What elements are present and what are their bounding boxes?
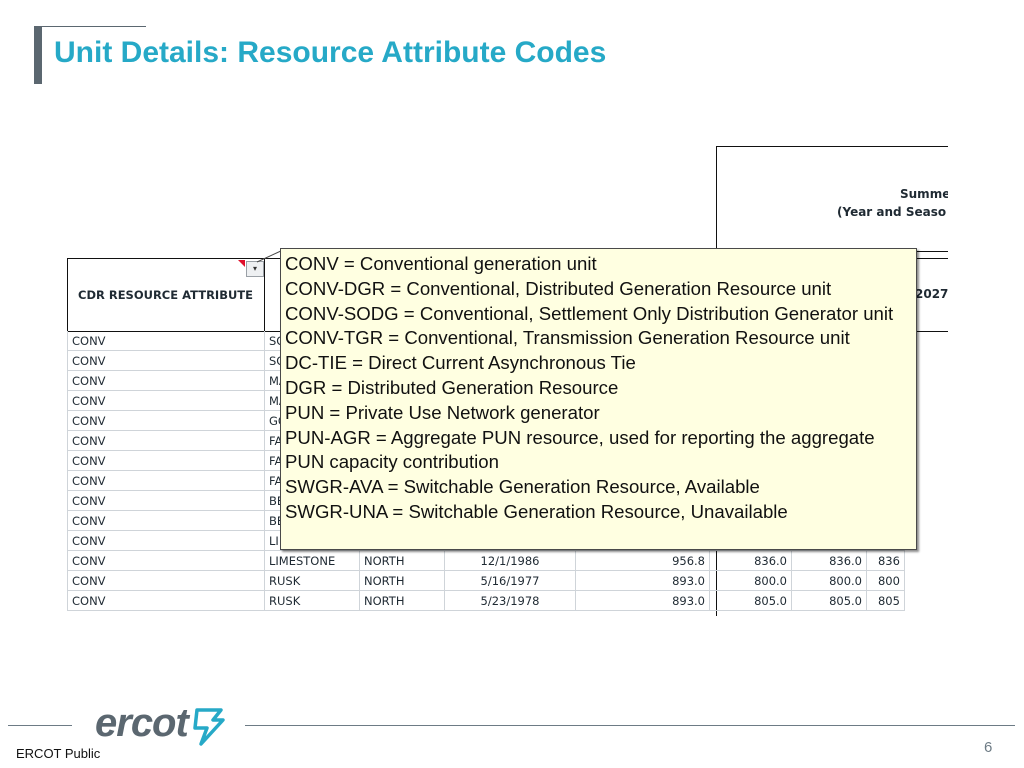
table-cell: CONV [67, 370, 265, 391]
ercot-logo-mark-icon [193, 708, 225, 746]
footer-rule-left [8, 725, 72, 726]
table-cell: 956.8 [575, 550, 710, 571]
logo-wordmark: ercot [95, 701, 189, 745]
table-cell: RUSK [264, 590, 360, 611]
table-cell: CONV [67, 590, 265, 611]
summer-heading-line2: (Year and Seaso [837, 205, 947, 219]
page-number: 6 [984, 739, 993, 756]
table-cell: CONV [67, 450, 265, 471]
table-cell: 5/16/1977 [444, 570, 576, 591]
table-cell: 800 [866, 570, 905, 591]
tooltip-line: SWGR-UNA = Switchable Generation Resourc… [285, 500, 788, 522]
comment-tooltip: CONV = Conventional generation unit CONV… [280, 248, 917, 550]
table-cell: CONV [67, 530, 265, 551]
table-row: CONV RUSK NORTH 5/16/1977 893.0 800.0 800.0 800 [67, 570, 905, 591]
table-cell: 805 [866, 590, 905, 611]
table-row: CONV LIMESTONE NORTH 12/1/1986 956.8 836.0 836… [67, 550, 905, 571]
table-cell: 805.0 [791, 590, 867, 611]
table-cell: RUSK [264, 570, 360, 591]
tooltip-line: CONV-SODG = Conventional, Settlement Onl… [285, 302, 894, 324]
tooltip-line: PUN = Private Use Network generator [285, 401, 600, 423]
summer-heading-line1: Summe [900, 187, 948, 201]
comment-indicator-icon [238, 260, 245, 267]
table-cell: 836.0 [709, 550, 792, 571]
tooltip-line: CONV = Conventional generation unit [285, 253, 597, 274]
column-header-2027: 2027 [915, 287, 948, 301]
column-header-cdr-resource-attribute: CDR RESOURCE ATTRIBUTE [78, 288, 254, 302]
table-cell: 836.0 [791, 550, 867, 571]
table-cell: 836 [866, 550, 905, 571]
tooltip-line: DGR = Distributed Generation Resource [285, 376, 619, 398]
tooltip-line: PUN-AGR = Aggregate PUN resource, used f… [285, 426, 875, 448]
tooltip-line: SWGR-AVA = Switchable Generation Resourc… [285, 476, 760, 498]
table-cell: 893.0 [575, 590, 710, 611]
table-cell: NORTH [359, 590, 445, 611]
tooltip-line: CONV-DGR = Conventional, Distributed Gen… [285, 277, 832, 299]
title-accent-bar [34, 26, 42, 84]
table-cell: NORTH [359, 570, 445, 591]
table-cell: 805.0 [709, 590, 792, 611]
table-cell: 800.0 [791, 570, 867, 591]
footer-classification: ERCOT Public [16, 746, 101, 761]
table-cell: NORTH [359, 550, 445, 571]
tooltip-line: DC-TIE = Direct Current Asynchronous Tie [285, 352, 636, 374]
table-cell: LIMESTONE [264, 550, 360, 571]
table-cell: CONV [67, 430, 265, 451]
header-cell-attribute: CDR RESOURCE ATTRIBUTE ▾ [67, 259, 265, 331]
table-cell: 12/1/1986 [444, 550, 576, 571]
slide-title: Unit Details: Resource Attribute Codes [54, 36, 607, 69]
table-cell: CONV [67, 550, 265, 571]
ercot-logo: ercot [95, 700, 230, 752]
tooltip-line: CONV-TGR = Conventional, Transmission Ge… [285, 327, 850, 349]
table-cell: CONV [67, 570, 265, 591]
table-cell: 893.0 [575, 570, 710, 591]
table-cell: CONV [67, 470, 265, 491]
summer-header-box: Summe (Year and Seaso [716, 146, 948, 252]
table-cell: CONV [67, 331, 265, 351]
table-row: CONV RUSK NORTH 5/23/1978 893.0 805.0 805.0 805 [67, 590, 905, 611]
tooltip-line: PUN capacity contribution [285, 451, 499, 473]
table-cell: CONV [67, 490, 265, 511]
table-cell: CONV [67, 390, 265, 411]
table-cell: 5/23/1978 [444, 590, 576, 611]
title-rule [42, 26, 146, 27]
table-cell: CONV [67, 510, 265, 531]
table-cell: 800.0 [709, 570, 792, 591]
table-cell: CONV [67, 350, 265, 371]
table-cell: CONV [67, 410, 265, 431]
footer-rule-right [245, 725, 1015, 726]
